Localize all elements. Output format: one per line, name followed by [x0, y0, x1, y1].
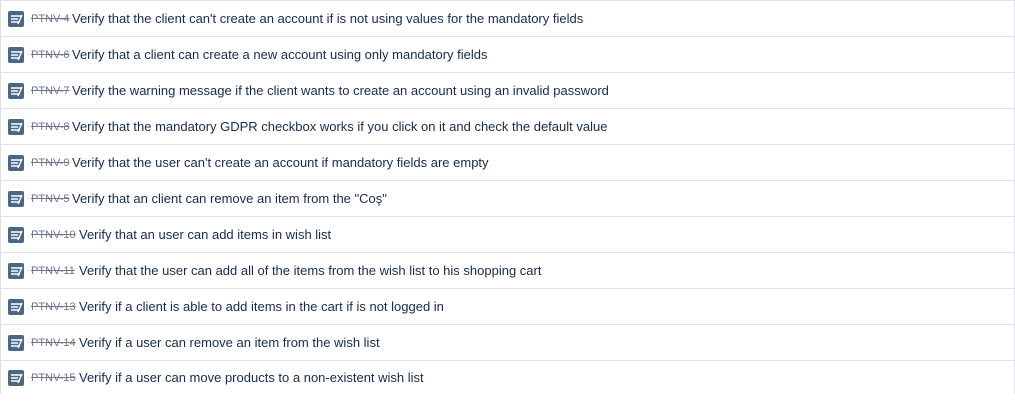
issue-key-link[interactable]: PTNV-11 [31, 265, 79, 277]
issue-summary[interactable]: Verify that an user can add items in wis… [79, 227, 331, 242]
issue-summary[interactable]: Verify if a client is able to add items … [79, 299, 444, 314]
test-issue-type-icon [8, 262, 24, 279]
issue-summary[interactable]: Verify that an client can remove an item… [72, 191, 387, 206]
issue-key-link[interactable]: PTNV-6 [31, 49, 72, 61]
issue-summary[interactable]: Verify that the mandatory GDPR checkbox … [72, 119, 607, 134]
issue-row[interactable]: PTNV-6 Verify that a client can create a… [1, 37, 1015, 73]
issue-key-link[interactable]: PTNV-5 [31, 193, 72, 205]
issue-list: PTNV-4 Verify that the client can't crea… [0, 0, 1015, 394]
issue-row[interactable]: PTNV-15 Verify if a user can move produc… [1, 361, 1015, 394]
test-issue-type-icon [8, 118, 24, 135]
test-issue-type-icon [8, 82, 24, 99]
test-issue-type-icon [8, 154, 24, 171]
test-issue-type-icon [8, 334, 24, 351]
issue-row[interactable]: PTNV-14 Verify if a user can remove an i… [1, 325, 1015, 361]
issue-key-link[interactable]: PTNV-7 [31, 85, 72, 97]
issue-row[interactable]: PTNV-11 Verify that the user can add all… [1, 253, 1015, 289]
issue-row[interactable]: PTNV-7 Verify the warning message if the… [1, 73, 1015, 109]
issue-row[interactable]: PTNV-5 Verify that an client can remove … [1, 181, 1015, 217]
issue-row[interactable]: PTNV-10 Verify that an user can add item… [1, 217, 1015, 253]
issue-summary[interactable]: Verify that the user can't create an acc… [72, 155, 489, 170]
test-issue-type-icon [8, 298, 24, 315]
test-issue-type-icon [8, 190, 24, 207]
issue-summary[interactable]: Verify that the user can add all of the … [79, 263, 541, 278]
issue-key-link[interactable]: PTNV-14 [31, 337, 79, 349]
test-issue-type-icon [8, 10, 24, 27]
test-issue-type-icon [8, 226, 24, 243]
issue-summary[interactable]: Verify that the client can't create an a… [72, 11, 583, 26]
issue-key-link[interactable]: PTNV-13 [31, 301, 79, 313]
issue-summary[interactable]: Verify if a user can remove an item from… [79, 335, 380, 350]
issue-row[interactable]: PTNV-8 Verify that the mandatory GDPR ch… [1, 109, 1015, 145]
test-issue-type-icon [8, 46, 24, 63]
issue-summary[interactable]: Verify if a user can move products to a … [79, 370, 424, 385]
issue-summary[interactable]: Verify that a client can create a new ac… [72, 47, 488, 62]
issue-row[interactable]: PTNV-13 Verify if a client is able to ad… [1, 289, 1015, 325]
issue-key-link[interactable]: PTNV-8 [31, 121, 72, 133]
issue-key-link[interactable]: PTNV-9 [31, 157, 72, 169]
issue-row[interactable]: PTNV-4 Verify that the client can't crea… [1, 1, 1015, 37]
test-issue-type-icon [8, 369, 24, 386]
issue-row[interactable]: PTNV-9 Verify that the user can't create… [1, 145, 1015, 181]
issue-key-link[interactable]: PTNV-10 [31, 229, 79, 241]
issue-summary[interactable]: Verify the warning message if the client… [72, 83, 609, 98]
issue-key-link[interactable]: PTNV-4 [31, 13, 72, 25]
issue-key-link[interactable]: PTNV-15 [31, 372, 79, 384]
